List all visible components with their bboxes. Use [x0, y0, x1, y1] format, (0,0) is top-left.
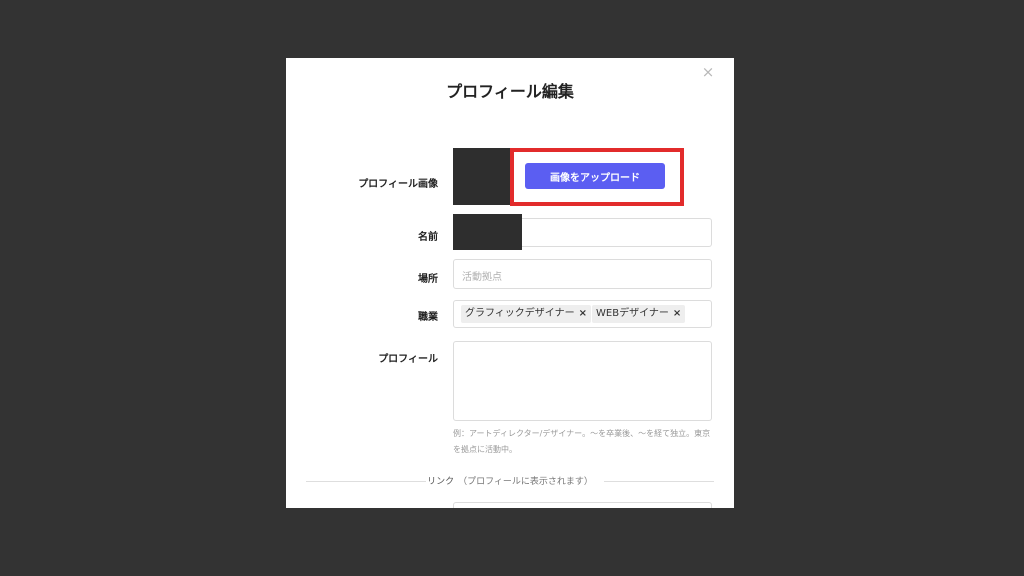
avatar [453, 148, 510, 205]
tag-remove-icon[interactable]: × [673, 308, 681, 319]
tag-remove-icon[interactable]: × [579, 308, 587, 319]
occupation-label: 職業 [418, 312, 438, 323]
tag-label: グラフィックデザイナー [465, 308, 575, 319]
name-label: 名前 [418, 232, 438, 243]
occupation-tag: グラフィックデザイナー × [461, 305, 591, 323]
profile-hint: 例：アートディレクター/デザイナー。〜を卒業後、〜を経て独立。東京を拠点に活動中… [453, 429, 711, 454]
profile-textarea[interactable] [453, 341, 712, 421]
occupation-tag-input[interactable]: グラフィックデザイナー × WEBデザイナー × [453, 300, 712, 328]
links-heading-sub: （プロフィールに表示されます） [458, 477, 593, 487]
links-heading: リンク （プロフィールに表示されます） [286, 474, 734, 487]
profile-image-label: プロフィール画像 [358, 179, 438, 190]
occupation-tag: WEBデザイナー × [592, 305, 686, 323]
location-input[interactable]: 活動拠点 [453, 259, 712, 289]
name-redaction [453, 214, 522, 250]
link-input[interactable] [453, 502, 712, 508]
location-placeholder: 活動拠点 [462, 272, 502, 283]
modal-title: プロフィール編集 [446, 82, 574, 101]
tag-label: WEBデザイナー [596, 308, 669, 319]
upload-image-button[interactable]: 画像をアップロード [525, 163, 665, 189]
location-label: 場所 [418, 274, 438, 285]
profile-edit-modal: × プロフィール編集 プロフィール画像 画像をアップロード 名前 場所 活動拠点… [286, 58, 734, 508]
links-heading-title: リンク [427, 477, 455, 487]
profile-label: プロフィール [378, 354, 438, 365]
